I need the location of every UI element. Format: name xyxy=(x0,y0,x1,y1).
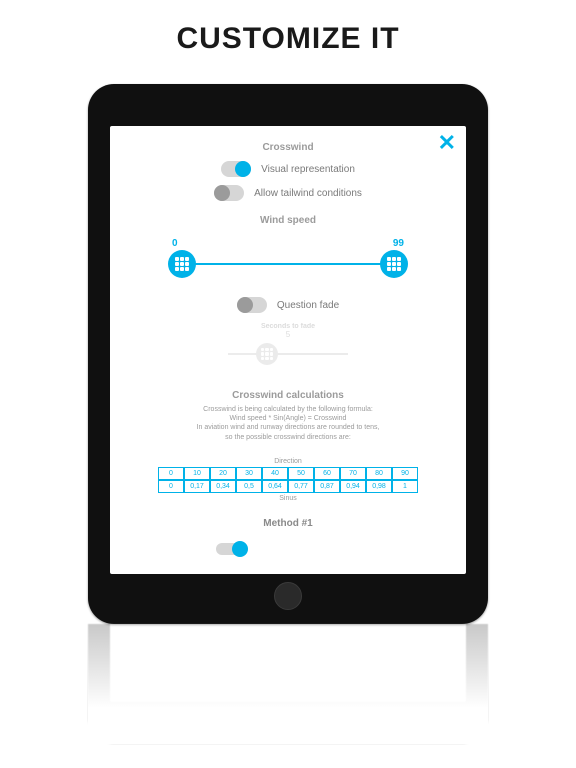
section-wind-speed-title: Wind speed xyxy=(260,215,316,226)
direction-sinus-table: Direction 0102030405060708090 00,170,340… xyxy=(158,458,418,502)
grip-icon xyxy=(175,257,189,271)
sinus-cell: 0,87 xyxy=(314,480,340,493)
section-crosswind-title: Crosswind xyxy=(262,142,313,153)
direction-cell: 60 xyxy=(314,467,340,480)
setting-question-fade: Question fade xyxy=(237,297,339,313)
direction-cell: 70 xyxy=(340,467,366,480)
sinus-cell: 0,17 xyxy=(184,480,210,493)
app-screen: ✕ Crosswind Visual representation Allow … xyxy=(110,126,466,574)
toggle-method-1[interactable] xyxy=(216,543,246,555)
reflection xyxy=(88,624,488,744)
direction-cell: 40 xyxy=(262,467,288,480)
direction-cell: 30 xyxy=(236,467,262,480)
setting-visual-representation: Visual representation xyxy=(221,161,355,177)
wind-speed-range: 0 99 xyxy=(168,238,408,279)
sinus-cell: 0,77 xyxy=(288,480,314,493)
grip-icon xyxy=(387,257,401,271)
sinus-cell: 0,5 xyxy=(236,480,262,493)
setting-allow-tailwind: Allow tailwind conditions xyxy=(214,185,362,201)
label-visual-representation: Visual representation xyxy=(261,164,355,175)
direction-cell: 80 xyxy=(366,467,392,480)
hero-title: CUSTOMIZE IT xyxy=(176,22,399,56)
direction-cell: 90 xyxy=(392,467,418,480)
home-button[interactable] xyxy=(274,582,302,610)
grip-icon xyxy=(261,348,273,360)
direction-cell: 0 xyxy=(158,467,184,480)
calc-line2: Wind speed * Sin(Angle) = Crosswind xyxy=(158,414,418,423)
calc-block: Crosswind calculations Crosswind is bein… xyxy=(158,389,418,442)
table-caption-sinus: Sinus xyxy=(158,495,418,502)
sinus-cell: 0,94 xyxy=(340,480,366,493)
value-seconds-to-fade: 5 xyxy=(228,330,348,339)
label-allow-tailwind: Allow tailwind conditions xyxy=(254,188,362,199)
label-seconds-to-fade: Seconds to fade xyxy=(228,323,348,330)
wind-speed-min-value: 0 xyxy=(172,238,178,249)
sinus-cell: 1 xyxy=(392,480,418,493)
wind-speed-max-value: 99 xyxy=(393,238,404,249)
device-stage: ✕ Crosswind Visual representation Allow … xyxy=(88,84,488,624)
close-icon[interactable]: ✕ xyxy=(438,132,456,154)
toggle-allow-tailwind[interactable] xyxy=(214,185,244,201)
calc-title: Crosswind calculations xyxy=(158,389,418,403)
fade-seconds-group: Seconds to fade 5 xyxy=(228,321,348,367)
table-caption-direction: Direction xyxy=(158,458,418,465)
label-question-fade: Question fade xyxy=(277,300,339,311)
sinus-cell: 0 xyxy=(158,480,184,493)
method-title: Method #1 xyxy=(263,518,312,529)
tablet-frame: ✕ Crosswind Visual representation Allow … xyxy=(88,84,488,624)
calc-line4: so the possible crosswind directions are… xyxy=(158,433,418,442)
sinus-cell: 0,34 xyxy=(210,480,236,493)
reflection-fade xyxy=(88,624,488,744)
direction-cell: 10 xyxy=(184,467,210,480)
fade-slider xyxy=(228,341,348,367)
wind-speed-max-handle[interactable] xyxy=(380,250,408,278)
calc-line3: In aviation wind and runway directions a… xyxy=(158,423,418,432)
calc-line1: Crosswind is being calculated by the fol… xyxy=(158,405,418,414)
toggle-question-fade[interactable] xyxy=(237,297,267,313)
range-track-line xyxy=(182,263,394,265)
sinus-cell: 0,98 xyxy=(366,480,392,493)
toggle-visual-representation[interactable] xyxy=(221,161,251,177)
sinus-cell: 0,64 xyxy=(262,480,288,493)
direction-cell: 50 xyxy=(288,467,314,480)
wind-speed-min-handle[interactable] xyxy=(168,250,196,278)
fade-slider-handle[interactable] xyxy=(256,343,278,365)
direction-cell: 20 xyxy=(210,467,236,480)
